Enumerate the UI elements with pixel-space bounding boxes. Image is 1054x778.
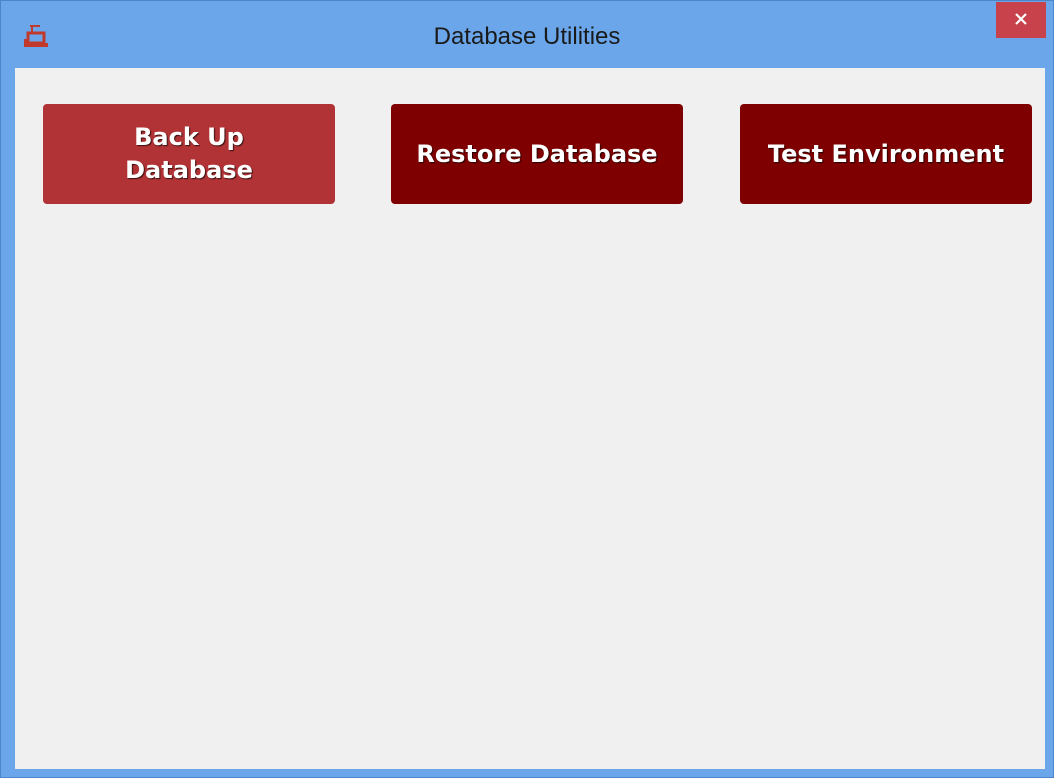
- close-icon: [1014, 11, 1028, 30]
- back-up-database-label: Back Up Database: [125, 123, 253, 184]
- restore-database-label: Restore Database: [416, 139, 658, 168]
- window-title: Database Utilities: [433, 23, 621, 50]
- title-bar[interactable]: Database Utilities: [1, 1, 1053, 68]
- test-environment-button[interactable]: Test Environment: [740, 104, 1032, 204]
- client-area: Back Up Database Restore Database Test E…: [15, 68, 1045, 769]
- close-button[interactable]: [996, 2, 1046, 38]
- restore-database-button[interactable]: Restore Database: [391, 104, 683, 204]
- test-environment-label: Test Environment: [767, 139, 1005, 168]
- database-utilities-window: Database Utilities Back Up Database Rest…: [0, 0, 1054, 778]
- back-up-database-button[interactable]: Back Up Database: [43, 104, 335, 204]
